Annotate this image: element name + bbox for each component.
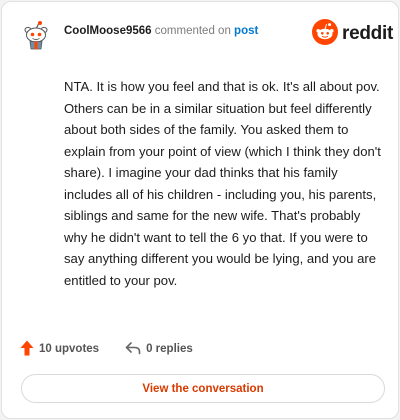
upvotes-count: 10 upvotes: [39, 343, 100, 355]
comment-card: CoolMoose9566 commented on post reddit N…: [1, 1, 399, 419]
reply-arrow-icon: [125, 341, 146, 358]
byline-verb: commented on: [154, 25, 231, 37]
replies-button[interactable]: 0 replies: [125, 341, 193, 358]
snoo-avatar-icon[interactable]: [21, 20, 51, 50]
post-link[interactable]: post: [234, 25, 258, 37]
upvotes-button[interactable]: 10 upvotes: [20, 340, 99, 359]
reddit-wordmark: reddit: [342, 23, 393, 44]
comment-byline: CoolMoose9566 commented on post: [64, 25, 258, 37]
upvote-arrow-icon: [20, 340, 39, 359]
reddit-logo-icon: [312, 18, 338, 50]
comment-header: CoolMoose9566 commented on post reddit: [2, 2, 398, 62]
username-link[interactable]: CoolMoose9566: [64, 25, 152, 37]
comment-body: NTA. It is how you feel and that is ok. …: [64, 79, 381, 288]
view-conversation-button[interactable]: View the conversation: [21, 374, 385, 403]
comment-actions: 10 upvotes 0 replies: [20, 338, 193, 360]
reddit-logo[interactable]: reddit: [312, 18, 393, 50]
replies-count: 0 replies: [146, 343, 193, 355]
